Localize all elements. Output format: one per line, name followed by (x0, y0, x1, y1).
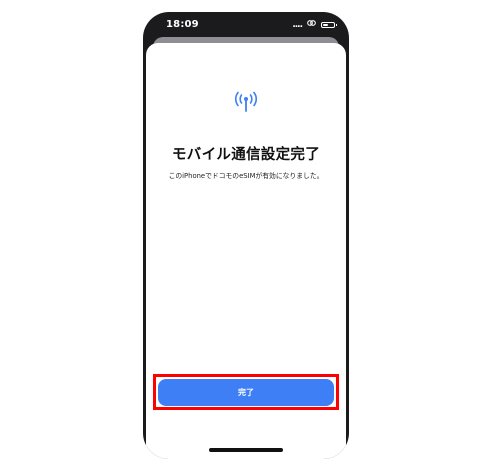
activation-description: このiPhoneでドコモのeSIMが有効になりました。 (168, 172, 324, 180)
status-bar: 18:09 .... (143, 12, 349, 36)
status-icons: .... (292, 19, 337, 30)
battery-icon (321, 21, 337, 28)
activation-sheet: モバイル通信設定完了 このiPhoneでドコモのeSIMが有効になりました。 完… (146, 43, 346, 459)
link-icon (307, 19, 316, 30)
signal-dots-icon: .... (292, 19, 303, 30)
phone-frame: 18:09 .... モバイル通信設定完了 このiPhoneでドコモのeSIMが… (143, 12, 349, 459)
home-indicator (209, 448, 283, 452)
page-title: モバイル通信設定完了 (172, 147, 320, 163)
status-time: 18:09 (166, 19, 199, 30)
done-button[interactable]: 完了 (158, 379, 334, 406)
antenna-icon (234, 91, 258, 112)
